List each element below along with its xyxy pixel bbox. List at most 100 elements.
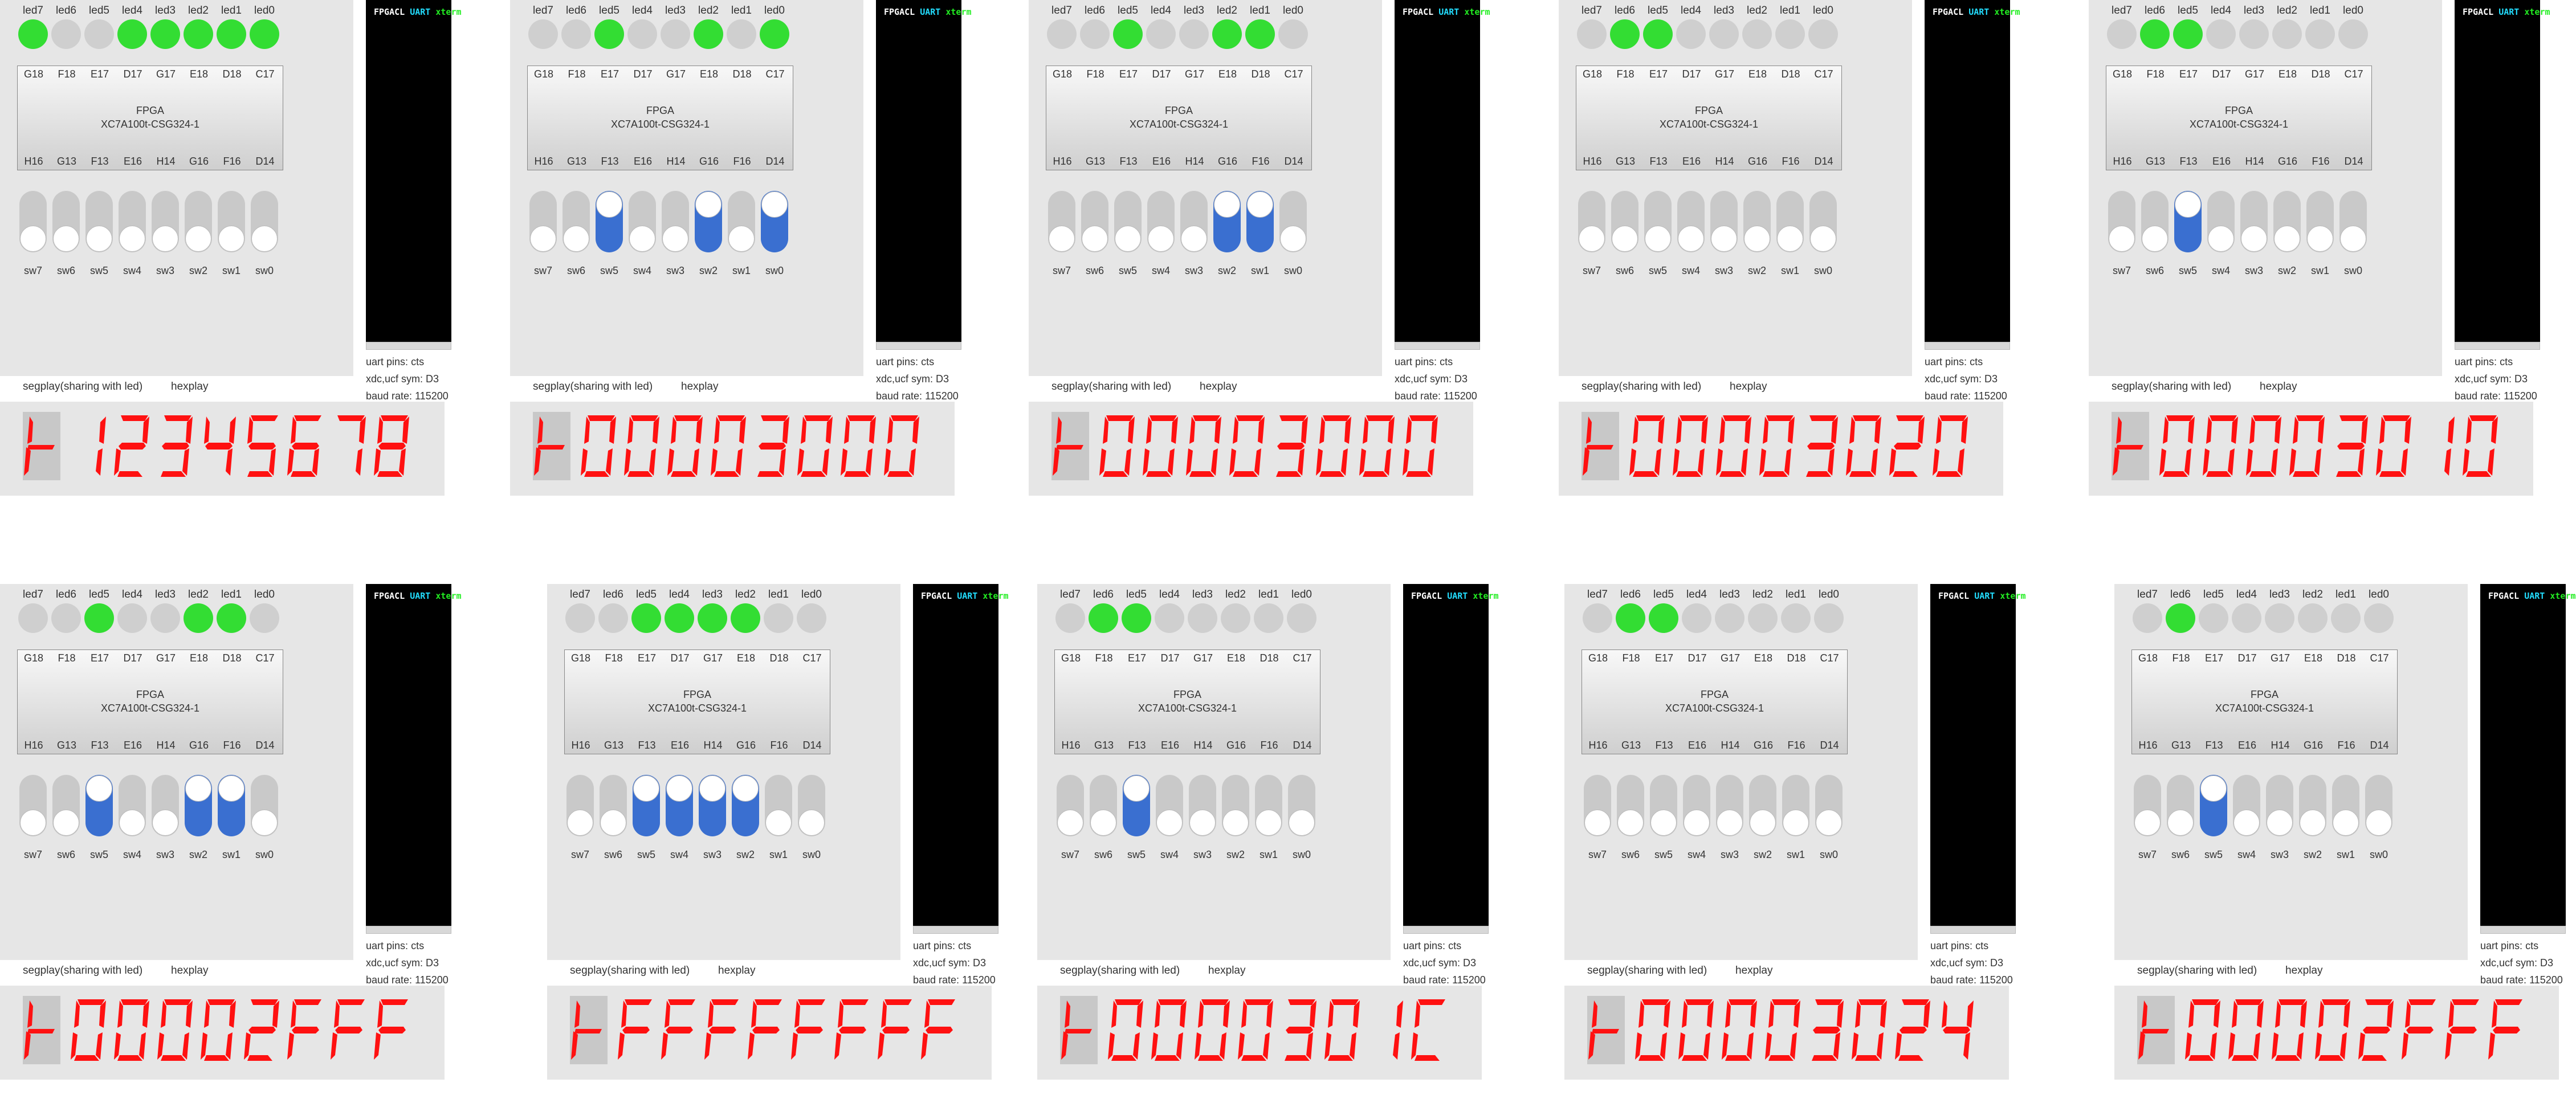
toggle-switch[interactable] — [1782, 775, 1809, 836]
toggle-switch[interactable] — [2167, 775, 2194, 836]
switch-knob[interactable] — [1181, 226, 1207, 252]
toggle-switch[interactable] — [119, 191, 146, 252]
switch-knob[interactable] — [2233, 810, 2260, 836]
toggle-switch[interactable] — [566, 775, 594, 836]
hexplay-tab[interactable]: hexplay — [681, 381, 719, 393]
switch-knob[interactable] — [1584, 810, 1611, 836]
toggle-switch[interactable] — [185, 191, 212, 252]
hexplay-tab[interactable]: hexplay — [2260, 381, 2297, 393]
switch-knob[interactable] — [1678, 226, 1704, 252]
uart-terminal[interactable]: FPGACL UART xterm — [366, 584, 462, 926]
uart-terminal[interactable]: FPGACL UART xterm — [913, 584, 1009, 926]
toggle-switch[interactable] — [1246, 191, 1274, 252]
switch-knob[interactable] — [2200, 775, 2227, 802]
toggle-switch[interactable] — [633, 775, 660, 836]
toggle-switch[interactable] — [2266, 775, 2293, 836]
switch-knob[interactable] — [2267, 810, 2293, 836]
hexplay-tab[interactable]: hexplay — [171, 381, 209, 393]
switch-knob[interactable] — [1717, 810, 1743, 836]
switch-knob[interactable] — [119, 810, 145, 836]
toggle-switch[interactable] — [52, 775, 80, 836]
switch-knob[interactable] — [699, 775, 725, 802]
uart-terminal[interactable]: FPGACL UART xterm — [1930, 584, 2026, 926]
toggle-switch[interactable] — [119, 775, 146, 836]
switch-knob[interactable] — [563, 226, 589, 252]
toggle-switch[interactable] — [2200, 775, 2227, 836]
toggle-switch[interactable] — [2332, 775, 2359, 836]
hexplay-tab[interactable]: hexplay — [1730, 381, 1767, 393]
toggle-switch[interactable] — [2273, 191, 2301, 252]
uart-scrollbar[interactable] — [876, 342, 961, 350]
switch-knob[interactable] — [629, 226, 655, 252]
toggle-switch[interactable] — [600, 775, 627, 836]
switch-knob[interactable] — [2274, 226, 2300, 252]
uart-terminal[interactable]: FPGACL UART xterm — [1403, 584, 1499, 926]
uart-scrollbar[interactable] — [1930, 926, 2016, 934]
switch-knob[interactable] — [1222, 810, 1249, 836]
switch-knob[interactable] — [1123, 775, 1150, 802]
toggle-switch[interactable] — [1716, 775, 1743, 836]
switch-knob[interactable] — [1256, 810, 1282, 836]
toggle-switch[interactable] — [1123, 775, 1150, 836]
switch-knob[interactable] — [251, 226, 278, 252]
toggle-switch[interactable] — [1650, 775, 1677, 836]
uart-scrollbar[interactable] — [2455, 342, 2540, 350]
uart-terminal[interactable]: FPGACL UART xterm — [1395, 0, 1490, 342]
toggle-switch[interactable] — [2306, 191, 2334, 252]
uart-scrollbar[interactable] — [2480, 926, 2566, 934]
toggle-switch[interactable] — [798, 775, 825, 836]
toggle-switch[interactable] — [2134, 775, 2161, 836]
toggle-switch[interactable] — [761, 191, 788, 252]
switch-knob[interactable] — [53, 810, 79, 836]
toggle-switch[interactable] — [185, 775, 212, 836]
hexplay-tab[interactable]: hexplay — [1208, 965, 1246, 977]
toggle-switch[interactable] — [85, 775, 113, 836]
toggle-switch[interactable] — [1578, 191, 1605, 252]
switch-knob[interactable] — [2134, 810, 2161, 836]
switch-knob[interactable] — [1189, 810, 1216, 836]
switch-knob[interactable] — [119, 226, 145, 252]
switch-knob[interactable] — [2208, 226, 2234, 252]
switch-knob[interactable] — [2340, 226, 2366, 252]
uart-scrollbar[interactable] — [1395, 342, 1480, 350]
toggle-switch[interactable] — [1776, 191, 1804, 252]
switch-knob[interactable] — [728, 226, 755, 252]
toggle-switch[interactable] — [1617, 775, 1644, 836]
toggle-switch[interactable] — [1677, 191, 1705, 252]
toggle-switch[interactable] — [251, 191, 278, 252]
toggle-switch[interactable] — [1743, 191, 1771, 252]
switch-knob[interactable] — [765, 810, 792, 836]
switch-knob[interactable] — [1090, 810, 1116, 836]
toggle-switch[interactable] — [52, 191, 80, 252]
switch-knob[interactable] — [2167, 810, 2194, 836]
uart-scrollbar[interactable] — [913, 926, 998, 934]
switch-knob[interactable] — [596, 191, 622, 218]
switch-knob[interactable] — [1777, 226, 1803, 252]
switch-knob[interactable] — [20, 226, 46, 252]
toggle-switch[interactable] — [152, 775, 179, 836]
toggle-switch[interactable] — [1288, 775, 1315, 836]
toggle-switch[interactable] — [1156, 775, 1183, 836]
switch-knob[interactable] — [1684, 810, 1710, 836]
toggle-switch[interactable] — [2207, 191, 2235, 252]
toggle-switch[interactable] — [1584, 775, 1611, 836]
toggle-switch[interactable] — [152, 191, 179, 252]
switch-knob[interactable] — [152, 226, 178, 252]
switch-knob[interactable] — [798, 810, 825, 836]
toggle-switch[interactable] — [629, 191, 656, 252]
toggle-switch[interactable] — [1090, 775, 1117, 836]
switch-knob[interactable] — [218, 775, 244, 802]
uart-terminal[interactable]: FPGACL UART xterm — [1925, 0, 2020, 342]
toggle-switch[interactable] — [732, 775, 759, 836]
switch-knob[interactable] — [1612, 226, 1638, 252]
switch-knob[interactable] — [2175, 191, 2201, 218]
switch-knob[interactable] — [2307, 226, 2333, 252]
switch-knob[interactable] — [1617, 810, 1644, 836]
toggle-switch[interactable] — [1057, 775, 1084, 836]
toggle-switch[interactable] — [662, 191, 689, 252]
uart-terminal[interactable]: FPGACL UART xterm — [2480, 584, 2576, 926]
toggle-switch[interactable] — [1279, 191, 1307, 252]
switch-knob[interactable] — [218, 226, 244, 252]
switch-knob[interactable] — [732, 775, 759, 802]
toggle-switch[interactable] — [2365, 775, 2392, 836]
